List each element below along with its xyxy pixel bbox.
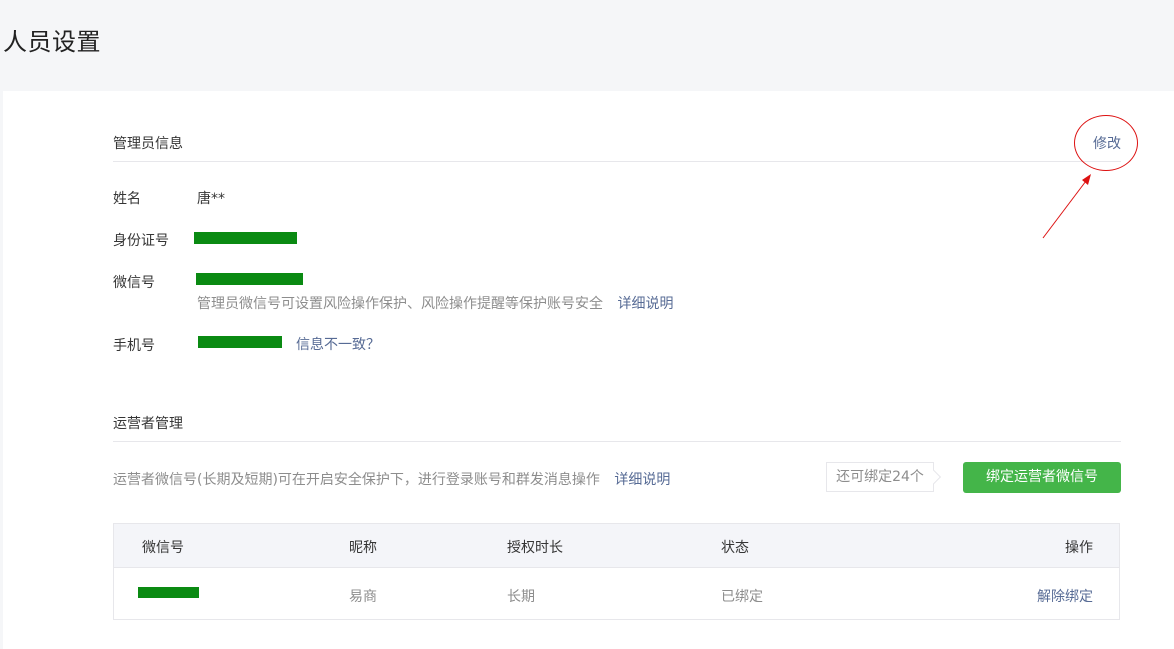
bind-operator-button[interactable]: 绑定运营者微信号 — [963, 462, 1121, 493]
header-action: 操作 — [1065, 540, 1093, 556]
id-label: 身份证号 — [113, 233, 169, 249]
operators-description: 运营者微信号(长期及短期)可在开启安全保护下，进行登录账号和群发消息操作 详细说… — [113, 469, 670, 489]
row-status: 已绑定 — [721, 589, 763, 605]
admin-section-title: 管理员信息 — [113, 136, 183, 152]
operators-section-title: 运营者管理 — [113, 416, 183, 432]
wechat-redaction — [196, 273, 303, 285]
wechat-hint-text: 管理员微信号可设置风险操作保护、风险操作提醒等保护账号安全 — [197, 296, 603, 312]
wechat-hint: 管理员微信号可设置风险操作保护、风险操作提醒等保护账号安全 详细说明 — [197, 293, 673, 313]
unbind-link[interactable]: 解除绑定 — [1037, 586, 1093, 606]
row-duration: 长期 — [507, 589, 535, 605]
header-status: 状态 — [721, 540, 749, 556]
name-value: 唐** — [197, 191, 225, 207]
phone-mismatch-link[interactable]: 信息不一致？ — [296, 334, 380, 354]
phone-redaction — [198, 336, 282, 348]
annotation-circle — [1074, 115, 1138, 171]
operators-section-header: 运营者管理 — [113, 401, 1121, 442]
name-label: 姓名 — [113, 191, 141, 207]
table-row: 易商 长期 已绑定 解除绑定 — [114, 568, 1119, 619]
admin-section-header: 管理员信息 修改 — [113, 121, 1121, 162]
header-duration: 授权时长 — [507, 540, 563, 556]
table-header: 微信号 昵称 授权时长 状态 操作 — [114, 524, 1119, 568]
wechat-detail-link[interactable]: 详细说明 — [617, 296, 673, 312]
header-wechat: 微信号 — [142, 540, 184, 556]
operators-description-text: 运营者微信号(长期及短期)可在开启安全保护下，进行登录账号和群发消息操作 — [113, 472, 600, 488]
operators-detail-link[interactable]: 详细说明 — [614, 472, 670, 488]
row-nickname: 易商 — [349, 589, 377, 605]
wechat-label: 微信号 — [113, 275, 155, 291]
content-panel: 管理员信息 修改 姓名 唐** 身份证号 微信号 管理员微信号可设置风险操作保护… — [3, 91, 1174, 649]
phone-label: 手机号 — [113, 338, 155, 354]
bind-quota-tooltip: 还可绑定24个 — [826, 462, 934, 492]
annotation-arrow — [1042, 174, 1091, 239]
operators-table: 微信号 昵称 授权时长 状态 操作 易商 长期 已绑定 解除绑定 — [113, 523, 1120, 620]
header-nickname: 昵称 — [349, 540, 377, 556]
row-wechat-redaction — [138, 587, 199, 598]
id-redaction — [194, 232, 297, 244]
page-title: 人员设置 — [3, 28, 101, 56]
